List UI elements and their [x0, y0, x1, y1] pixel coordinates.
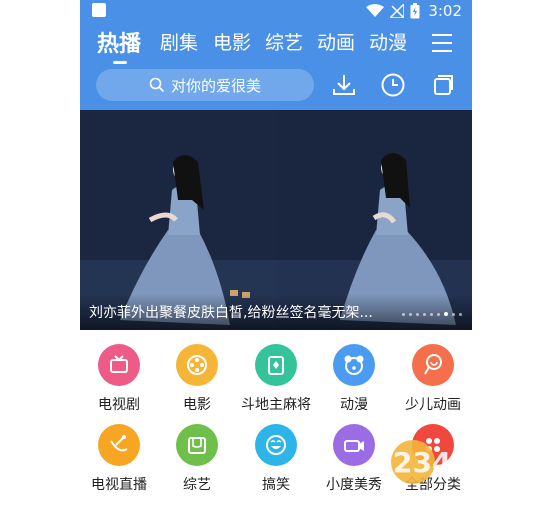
status-bar: 3:02 [80, 0, 472, 22]
carousel-dot[interactable] [459, 312, 462, 316]
category-camera[interactable]: 小度美秀 [315, 410, 393, 494]
carousel-dot[interactable] [416, 312, 419, 316]
category-bear[interactable]: 动漫 [315, 330, 393, 414]
film-reel-icon [176, 344, 218, 386]
tab-hot[interactable]: 热播 [97, 26, 141, 58]
cards-icon [255, 344, 297, 386]
history-button[interactable] [379, 71, 407, 99]
download-icon [333, 75, 355, 95]
svg-text:2345: 2345 [393, 446, 471, 479]
laugh-icon [255, 424, 297, 466]
featured-banner[interactable]: 刘亦菲外出聚餐皮肤白皙,给粉丝签名毫无架... [80, 110, 472, 330]
lollipop-icon [412, 344, 454, 386]
clock-time: 3:02 [428, 2, 462, 20]
wifi-icon [366, 4, 385, 17]
search-box[interactable]: 对你的爱很美 [96, 69, 314, 101]
carousel-dot[interactable] [452, 312, 455, 316]
camera-icon [333, 424, 375, 466]
tab-animation[interactable]: 动画 [317, 28, 355, 55]
category-label: 小度美秀 [326, 477, 382, 493]
carousel-dots[interactable] [402, 312, 462, 316]
stage-icon [176, 424, 218, 466]
carousel-dot[interactable] [423, 312, 426, 316]
tab-variety[interactable]: 综艺 [265, 28, 303, 55]
notification-icon [92, 3, 106, 17]
signal-icon [390, 4, 405, 18]
tv-icon [98, 344, 140, 386]
tab-anime[interactable]: 动漫 [369, 28, 407, 55]
bear-icon [333, 344, 375, 386]
search-placeholder: 对你的爱很美 [170, 76, 261, 95]
category-tabs: 热播 剧集 电影 综艺 动画 动漫 [80, 24, 472, 64]
clock-icon [381, 73, 405, 97]
tab-series[interactable]: 剧集 [160, 28, 198, 55]
tab-movies[interactable]: 电影 [213, 28, 251, 55]
windows-icon [434, 75, 453, 95]
search-icon [149, 77, 165, 93]
carousel-dot[interactable] [402, 312, 405, 316]
download-button[interactable] [330, 71, 358, 99]
category-cards[interactable]: 斗地主麻将 [237, 330, 315, 414]
carousel-dot[interactable] [409, 312, 412, 316]
category-laugh[interactable]: 搞笑 [237, 410, 315, 494]
category-film-reel[interactable]: 电影 [158, 330, 236, 414]
category-label: 综艺 [183, 477, 211, 493]
watermark-logo: 2345 .com 手游网 [391, 440, 514, 484]
category-label: 电视直播 [91, 477, 147, 493]
carousel-dot[interactable] [444, 312, 448, 316]
category-label: 搞笑 [262, 477, 290, 493]
active-tab-indicator [113, 61, 127, 64]
multi-window-button[interactable] [429, 71, 457, 99]
banner-caption: 刘亦菲外出聚餐皮肤白皙,给粉丝签名毫无架... [89, 305, 373, 321]
carousel-dot[interactable] [437, 312, 440, 316]
battery-icon [410, 3, 420, 19]
category-stage[interactable]: 综艺 [158, 410, 236, 494]
svg-text:.com: .com [465, 444, 514, 465]
menu-icon[interactable] [432, 34, 454, 52]
category-tv[interactable]: 电视剧 [80, 330, 158, 414]
status-icons: 3:02 [366, 1, 462, 21]
category-lollipop[interactable]: 少儿动画 [394, 330, 472, 414]
carousel-dot[interactable] [430, 312, 433, 316]
top-header: 3:02 热播 剧集 电影 综艺 动画 动漫 对你的爱很美 [80, 0, 472, 110]
svg-text:手游网: 手游网 [465, 468, 507, 484]
satellite-dish-icon [98, 424, 140, 466]
category-satellite-dish[interactable]: 电视直播 [80, 410, 158, 494]
